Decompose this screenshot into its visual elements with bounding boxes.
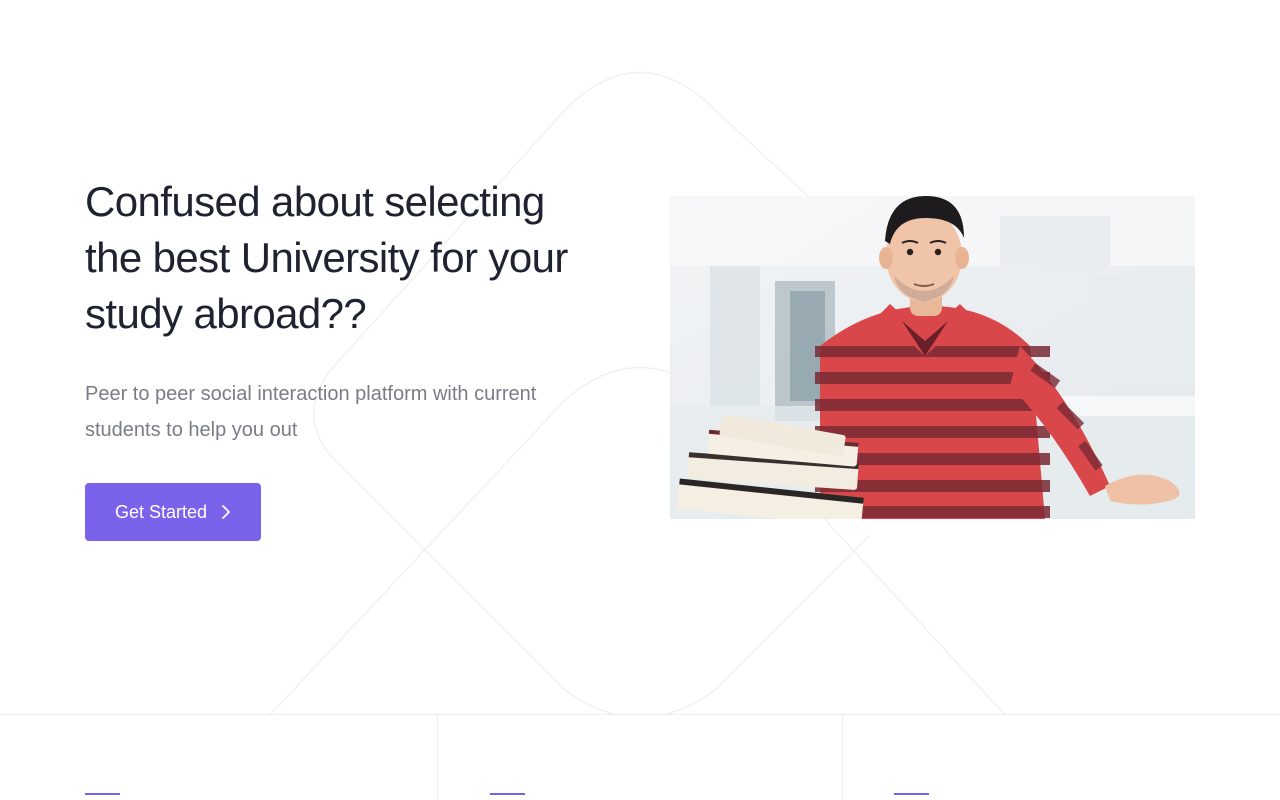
features-strip <box>0 714 1280 800</box>
get-started-label: Get Started <box>114 501 208 522</box>
feature-accent-line <box>85 793 120 795</box>
hero-subtext: Peer to peer social interaction platform… <box>85 383 537 441</box>
feature-card-3 <box>843 715 1280 800</box>
feature-card-2 <box>438 715 843 800</box>
hero-photo-student-with-books <box>670 196 1195 519</box>
feature-card-1 <box>0 715 438 800</box>
get-started-button[interactable]: Get Started <box>85 483 261 541</box>
feature-accent-line <box>894 793 929 795</box>
hero-headline: Confused about selecting the best Univer… <box>85 178 568 337</box>
feature-accent-line <box>490 793 525 795</box>
chevron-right-icon <box>222 505 230 519</box>
hero-section: Confused about selecting the best Univer… <box>0 0 1280 715</box>
